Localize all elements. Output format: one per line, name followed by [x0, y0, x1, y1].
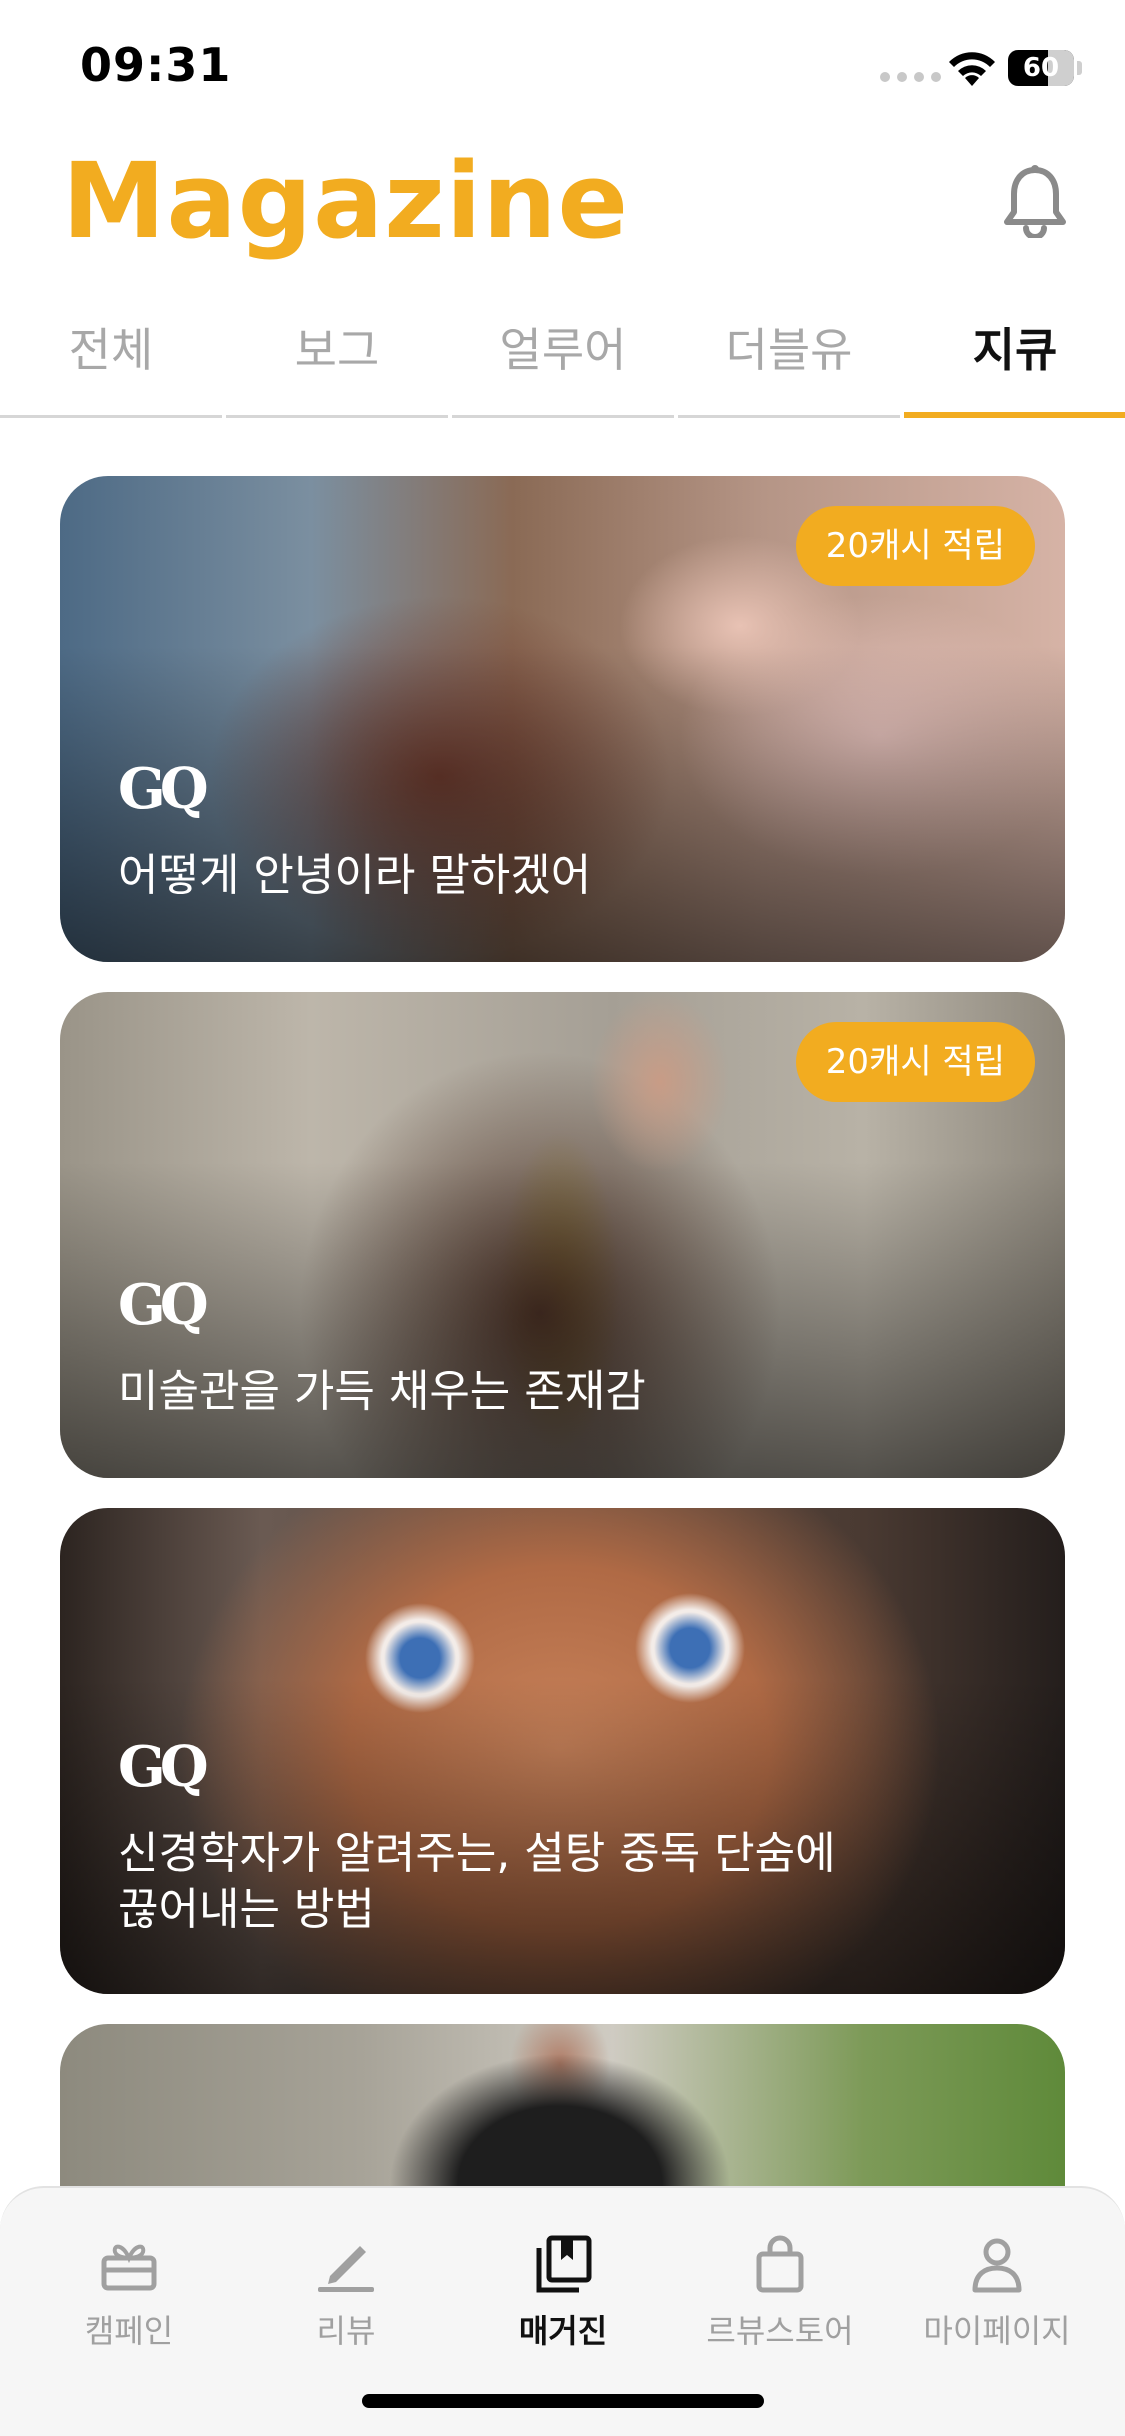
tab-vogue[interactable]: 보그	[226, 300, 448, 418]
tab-all[interactable]: 전체	[0, 300, 222, 418]
gift-box-icon	[101, 2244, 157, 2291]
nav-label: 캠페인	[84, 2312, 174, 2350]
home-indicator	[362, 2394, 764, 2408]
nav-label: 마이페이지	[923, 2312, 1071, 2350]
notification-bell-icon[interactable]	[1000, 164, 1070, 238]
nav-label: 르뷰스토어	[706, 2312, 854, 2350]
nav-campaign[interactable]: 캠페인	[24, 2188, 234, 2350]
article-card[interactable]: 20캐시 적립 GQ 미술관을 가득 채우는 존재감	[60, 992, 1065, 1478]
wifi-icon	[949, 52, 995, 86]
article-title: 어떻게 안녕이라 말하겠어	[118, 850, 592, 901]
shopping-bag-icon	[756, 2235, 804, 2293]
pencil-icon	[318, 2246, 374, 2292]
battery-level: 60	[1022, 53, 1060, 83]
tab-gq[interactable]: 지큐	[904, 300, 1125, 418]
article-title: 미술관을 가득 채우는 존재감	[118, 1366, 646, 1417]
gq-logo: GQ	[118, 1734, 209, 1800]
article-title-line: 끊어내는 방법	[118, 1884, 375, 1935]
article-card[interactable]: 20캐시 적립 GQ 어떻게 안녕이라 말하겠어	[60, 476, 1065, 962]
person-icon	[972, 2238, 1022, 2293]
nav-review[interactable]: 리뷰	[241, 2188, 451, 2350]
article-title-line: 신경학자가 알려주는, 설탕 중독 단숨에	[118, 1828, 836, 1879]
battery-cap	[1077, 61, 1082, 75]
battery-icon: 60	[1008, 50, 1074, 86]
nav-mypage[interactable]: 마이페이지	[892, 2188, 1102, 2350]
nav-magazine[interactable]: 매거진	[458, 2188, 668, 2350]
article-card[interactable]: GQ 신경학자가 알려주는, 설탕 중독 단숨에 끊어내는 방법	[60, 1508, 1065, 1994]
status-bar: 09:31 60	[0, 0, 1125, 140]
nav-label: 리뷰	[316, 2312, 376, 2350]
nav-store[interactable]: 르뷰스토어	[675, 2188, 885, 2350]
article-title: 신경학자가 알려주는, 설탕 중독 단숨에 끊어내는 방법	[118, 1826, 878, 1938]
app-logo: Magazine	[62, 140, 630, 262]
cash-reward-badge: 20캐시 적립	[795, 506, 1035, 586]
gq-logo: GQ	[118, 1272, 209, 1338]
magazine-bookmark-icon	[536, 2235, 592, 2293]
status-time: 09:31	[80, 38, 232, 92]
cellular-signal-icon	[880, 72, 941, 82]
tab-w[interactable]: 더블유	[678, 300, 900, 418]
gq-logo: GQ	[118, 756, 209, 822]
cash-reward-badge: 20캐시 적립	[795, 1022, 1035, 1102]
publication-tabs: 전체 보그 얼루어 더블유 지큐	[0, 300, 1125, 418]
tab-allure[interactable]: 얼루어	[452, 300, 674, 418]
nav-label: 매거진	[518, 2312, 608, 2350]
